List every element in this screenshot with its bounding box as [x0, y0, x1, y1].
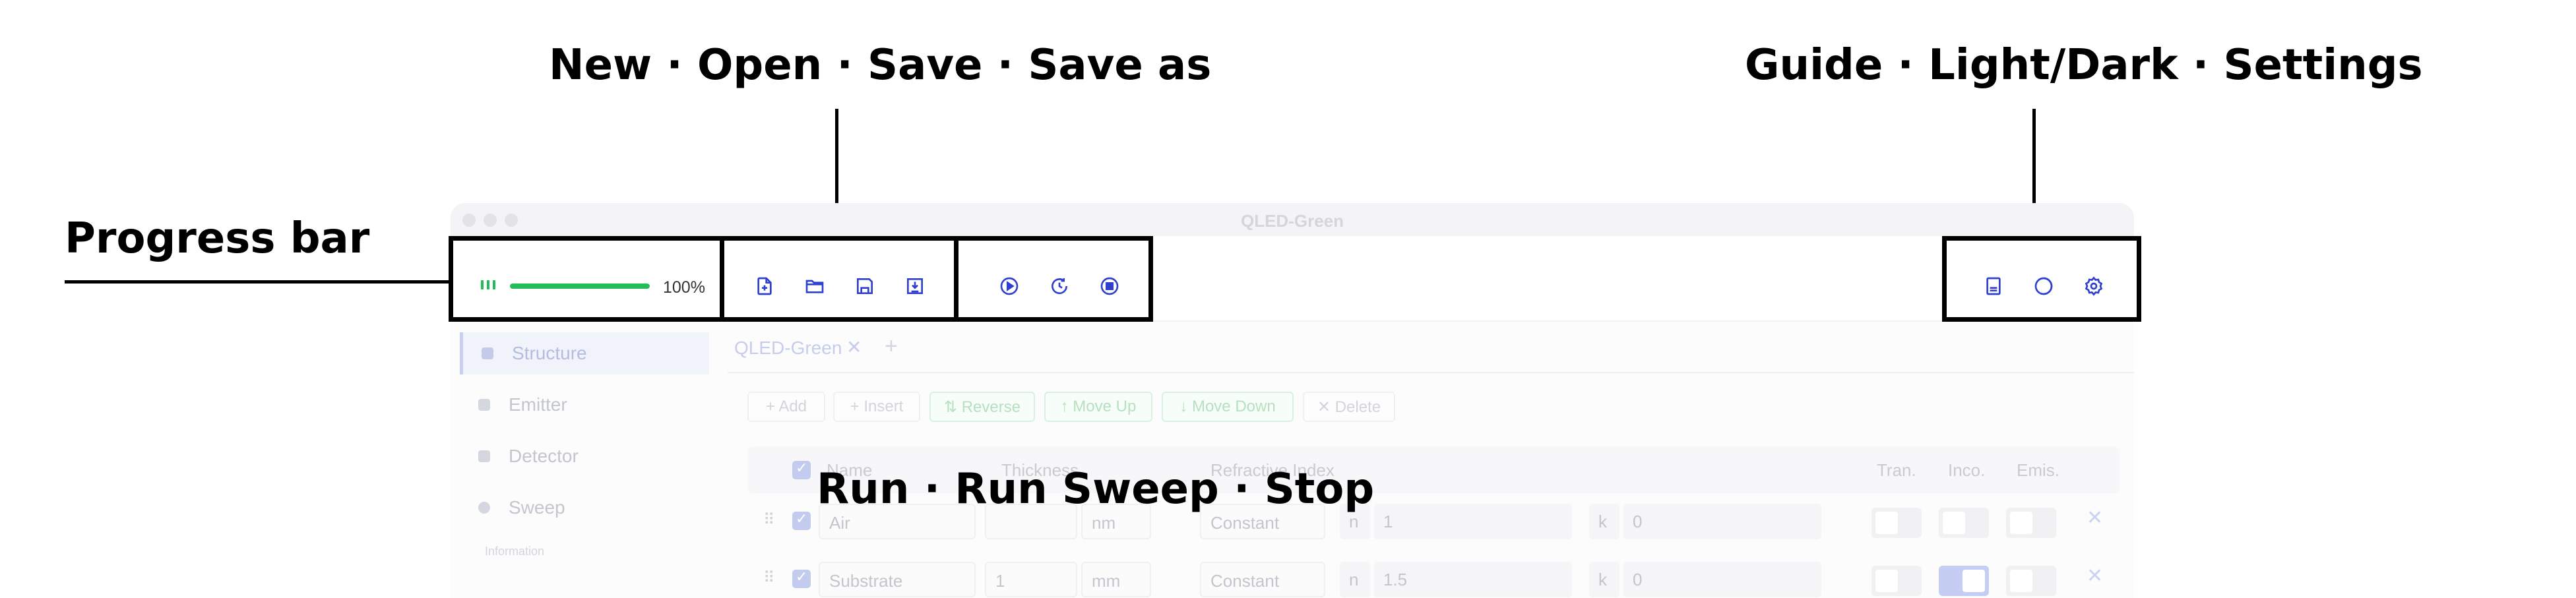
select-all-checkbox[interactable]	[792, 460, 811, 479]
incoherent-toggle[interactable]	[1939, 566, 1989, 596]
save-as-icon	[907, 278, 923, 294]
n-label: n	[1340, 562, 1370, 597]
insert-layer-button[interactable]: + Insert	[833, 392, 920, 422]
row-checkbox[interactable]	[792, 569, 811, 588]
run-sweep-icon	[1052, 278, 1068, 295]
transparent-toggle[interactable]	[1871, 508, 1922, 538]
n-value-input[interactable]: 1	[1374, 504, 1572, 539]
tab-close-icon[interactable]: ✕	[846, 336, 862, 358]
sidebar-item-label: Sweep	[509, 497, 565, 518]
window-title: QLED-Green	[1240, 211, 1344, 231]
progress-fill	[510, 284, 650, 289]
sidebar-item-label: Structure	[512, 343, 587, 363]
column-incoherent: Inco.	[1948, 460, 1986, 480]
run-group	[954, 236, 1153, 322]
new-file-icon	[757, 277, 772, 295]
main-content: QLED-Green ✕ + + Add + Insert ⇅ Reverse …	[728, 322, 2134, 598]
delete-layer-button[interactable]: ✕ Delete	[1303, 392, 1395, 422]
row-checkbox[interactable]	[792, 511, 811, 530]
k-label: k	[1589, 504, 1619, 539]
drag-handle-icon[interactable]: ⠿	[763, 510, 775, 529]
progress-bar	[510, 284, 650, 289]
run-sweep-button[interactable]	[1047, 274, 1072, 299]
open-folder-icon	[805, 280, 824, 293]
tab-divider	[728, 372, 2134, 373]
guide-button[interactable]	[1981, 274, 2006, 299]
light-dark-icon	[2034, 277, 2053, 295]
light-dark-toggle[interactable]	[2031, 274, 2056, 299]
save-as-button[interactable]	[902, 274, 927, 299]
drag-handle-icon[interactable]: ⠿	[763, 568, 775, 587]
k-value-input[interactable]: 0	[1623, 504, 1821, 539]
open-button[interactable]	[802, 274, 827, 299]
guide-icon	[1986, 277, 2001, 295]
stop-icon	[1100, 277, 1119, 295]
file-group	[720, 236, 958, 322]
reverse-layers-button[interactable]: ⇅ Reverse	[929, 392, 1035, 422]
add-layer-button[interactable]: + Add	[747, 392, 825, 422]
save-icon	[857, 278, 873, 294]
sidebar-item-sweep[interactable]: Sweep	[460, 487, 709, 529]
sidebar-item-label: Detector	[509, 446, 579, 466]
run-icon	[1000, 277, 1019, 295]
progress-label: 100%	[663, 278, 705, 297]
incoherent-toggle[interactable]	[1939, 508, 1989, 538]
tab-qled-green[interactable]: QLED-Green	[734, 338, 842, 359]
k-value-input[interactable]: 0	[1623, 562, 1821, 597]
annotation-file-group: New · Open · Save · Save as	[549, 41, 1212, 90]
sidebar-item-emitter[interactable]: Emitter	[460, 384, 709, 426]
thickness-unit-select[interactable]: mm	[1081, 562, 1151, 597]
sliders-icon	[478, 450, 490, 462]
sidebar-section-label: Information	[485, 545, 545, 558]
progress-bars-icon	[481, 280, 497, 289]
settings-button[interactable]	[2081, 274, 2106, 299]
sidebar: Structure Emitter Detector Sweep Informa…	[460, 332, 709, 598]
delete-row-icon[interactable]: ✕	[2087, 506, 2103, 529]
sparkle-icon	[478, 399, 490, 411]
save-button[interactable]	[852, 274, 877, 299]
index-model-select[interactable]: Constant	[1200, 562, 1325, 597]
emissive-toggle[interactable]	[2006, 508, 2056, 538]
n-value-input[interactable]: 1.5	[1374, 562, 1572, 597]
new-file-button[interactable]	[752, 274, 777, 299]
progress-group: 100%	[449, 236, 724, 322]
thickness-input[interactable]: 1	[985, 562, 1077, 597]
annotation-run-group: Run · Run Sweep · Stop	[817, 465, 1375, 514]
annotation-view-group: Guide · Light/Dark · Settings	[1745, 41, 2423, 90]
move-up-button[interactable]: ↑ Move Up	[1044, 392, 1152, 422]
database-icon	[482, 347, 493, 359]
sidebar-item-structure[interactable]: Structure	[460, 332, 709, 374]
run-button[interactable]	[997, 274, 1022, 299]
settings-icon	[2085, 276, 2103, 296]
sidebar-item-detector[interactable]: Detector	[460, 435, 709, 477]
delete-row-icon[interactable]: ✕	[2087, 564, 2103, 587]
annotation-progress: Progress bar	[65, 214, 370, 263]
stop-button[interactable]	[1097, 274, 1122, 299]
transparent-toggle[interactable]	[1871, 566, 1922, 596]
emissive-toggle[interactable]	[2006, 566, 2056, 596]
k-label: k	[1589, 562, 1619, 597]
view-group	[1942, 236, 2141, 322]
move-down-button[interactable]: ↓ Move Down	[1162, 392, 1294, 422]
table-row: ⠿ Substrate 1 mm Constant n 1.5 k 0 ✕	[747, 553, 2120, 598]
column-transparent: Tran.	[1877, 460, 1916, 480]
tab-add-icon[interactable]: +	[885, 334, 898, 359]
column-emissive: Emis.	[2017, 460, 2059, 480]
layer-name-input[interactable]: Substrate	[819, 562, 976, 597]
title-bar: QLED-Green	[451, 203, 2134, 236]
sweep-icon	[478, 502, 490, 514]
leader-line-progress	[65, 280, 451, 284]
sidebar-item-label: Emitter	[509, 394, 567, 415]
